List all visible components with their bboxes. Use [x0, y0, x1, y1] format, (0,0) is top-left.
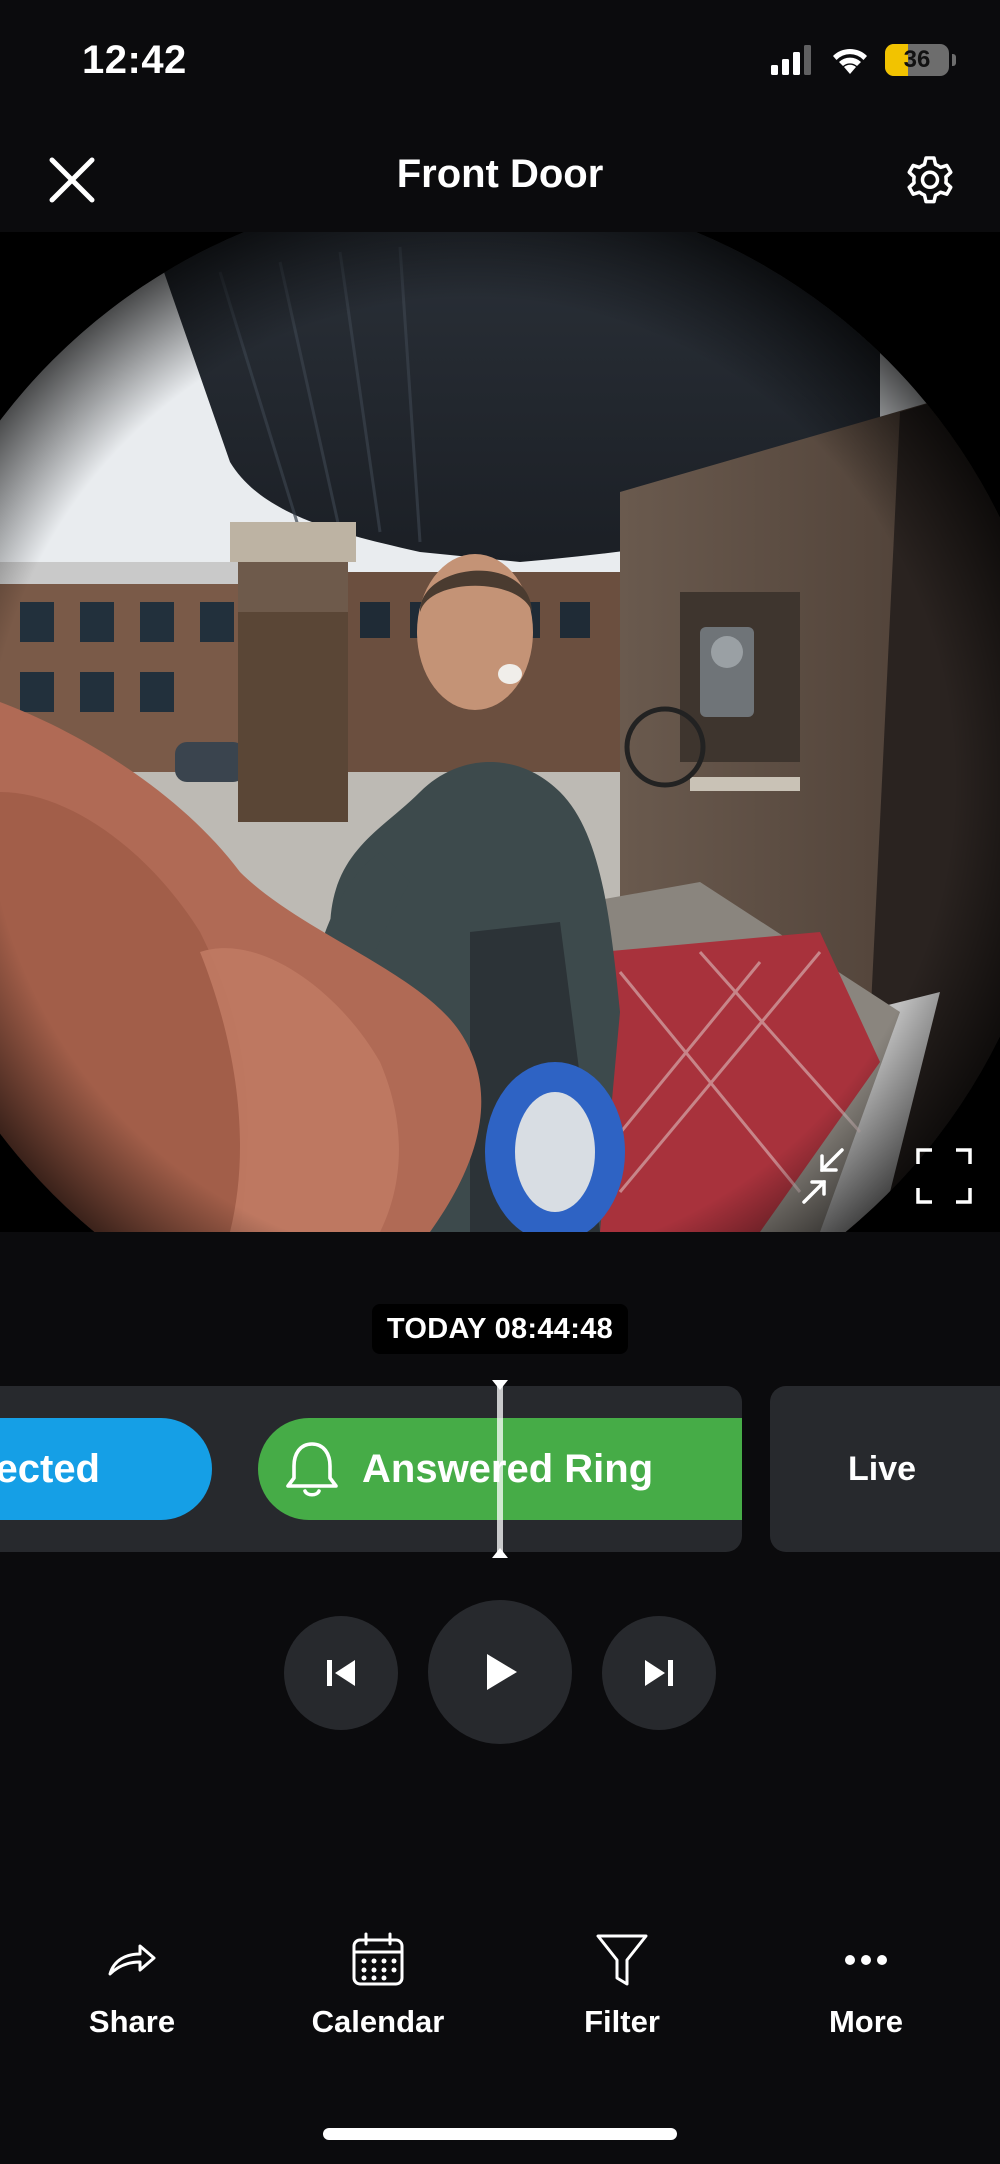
skip-previous-icon: [327, 1660, 355, 1686]
more-label: More: [828, 2004, 904, 2039]
share-label: Share: [88, 2004, 176, 2039]
skip-previous-button[interactable]: [284, 1616, 398, 1730]
page-title: Front Door: [396, 152, 604, 196]
calendar-label: Calendar: [311, 2004, 445, 2039]
bell-icon: [286, 1442, 338, 1497]
event-timeline[interactable]: ected Answered Ring Live: [0, 1380, 1000, 1558]
battery-icon: 36: [885, 44, 949, 76]
timeline-timestamp: TODAY 08:44:48: [372, 1304, 628, 1354]
play-button[interactable]: [428, 1600, 572, 1744]
event-label: ected: [0, 1446, 100, 1491]
timeline-scrubber[interactable]: [492, 1380, 508, 1558]
more-button[interactable]: More: [766, 1930, 966, 2060]
event-label: Answered Ring: [362, 1446, 654, 1491]
event-motion-detected[interactable]: ected: [0, 1418, 212, 1520]
battery-cap: [952, 54, 956, 66]
more-icon: [845, 1955, 887, 1965]
status-bar: 12:42 36: [0, 0, 1000, 120]
playback-controls: [0, 1598, 1000, 1744]
minimize-icon[interactable]: [798, 1142, 866, 1210]
settings-button[interactable]: [896, 146, 964, 214]
live-label: Live: [848, 1449, 917, 1488]
live-button[interactable]: Live: [770, 1386, 1000, 1552]
share-button[interactable]: Share: [32, 1930, 232, 2060]
bottom-toolbar: Share Calendar Filter More: [0, 1930, 1000, 2060]
filter-label: Filter: [584, 2004, 660, 2039]
header: Front Door: [0, 120, 1000, 232]
share-icon: [108, 1944, 156, 1976]
home-indicator[interactable]: [323, 2128, 677, 2140]
battery-percent: 36: [903, 46, 931, 73]
camera-image: [0, 232, 1000, 1232]
skip-next-button[interactable]: [602, 1616, 716, 1730]
calendar-button[interactable]: Calendar: [278, 1930, 478, 2060]
status-icons: 36: [771, 44, 956, 76]
skip-next-icon: [645, 1660, 673, 1686]
calendar-icon: [352, 1932, 404, 1986]
wifi-icon: [833, 48, 867, 74]
video-feed[interactable]: [0, 232, 1000, 1232]
fullscreen-icon[interactable]: [910, 1142, 978, 1210]
filter-icon: [596, 1934, 648, 1986]
status-time: 12:42: [82, 38, 187, 82]
gear-icon: [907, 156, 953, 204]
signal-icon: [771, 45, 811, 75]
play-icon: [487, 1654, 517, 1690]
filter-button[interactable]: Filter: [522, 1930, 722, 2060]
